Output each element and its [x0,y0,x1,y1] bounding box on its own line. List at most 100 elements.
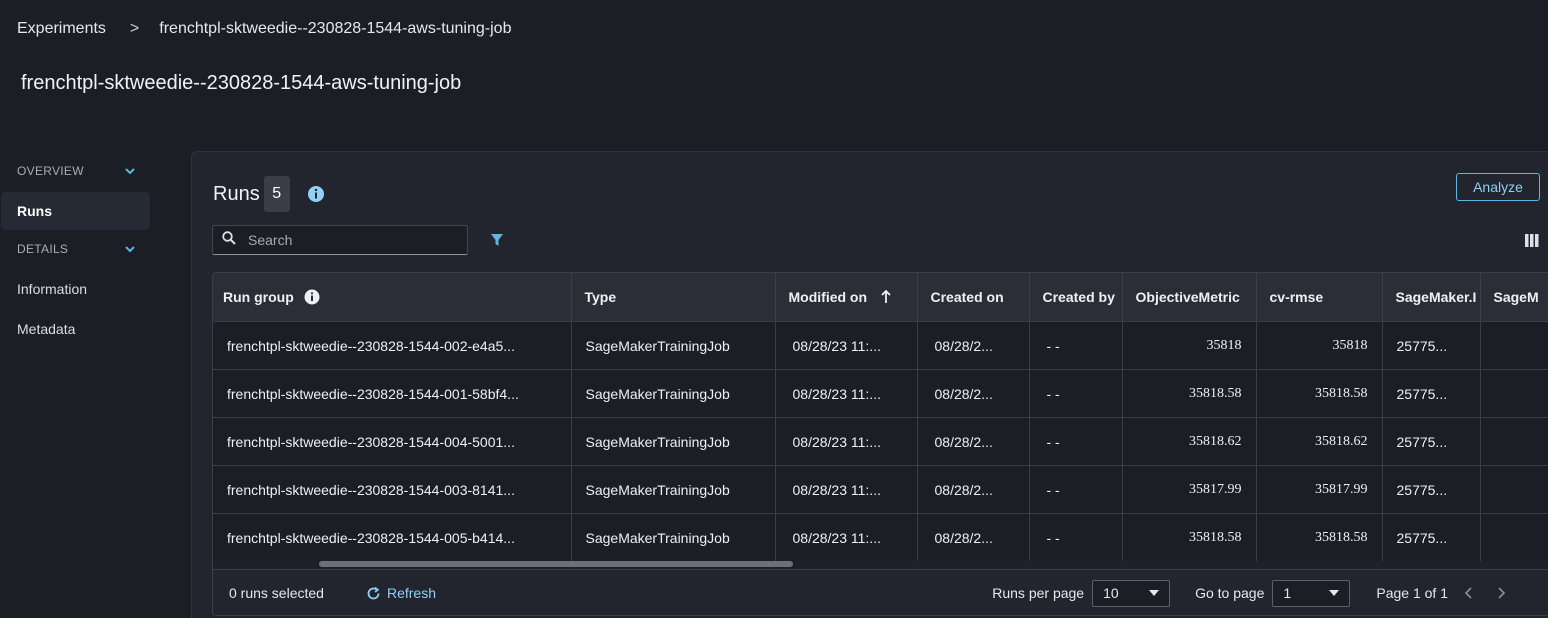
cell-created-by: - - [1029,417,1123,466]
cell-sagemaker-2 [1480,321,1548,370]
filter-icon[interactable] [490,233,504,252]
cell-objective-metric: 35818.58 [1122,369,1257,418]
runs-header: Runs 5 [213,176,325,212]
cell-created-on: 08/28/2... [917,513,1030,561]
runs-selected-count: 0 runs selected [229,585,324,601]
pagination-controls: Runs per page 10 Go to page 1 Page 1 of … [992,570,1548,615]
go-to-page-label: Go to page [1195,585,1265,601]
runs-per-page-label: Runs per page [992,585,1085,601]
previous-page-icon[interactable] [1462,586,1476,600]
chevron-down-icon [124,165,136,177]
page-info: Page 1 of 1 [1376,585,1448,601]
table-header-row: Run group Type Modified on Created on Cr… [213,273,1548,322]
cell-created-on: 08/28/2... [917,465,1030,514]
runs-per-page-value: 10 [1103,585,1119,601]
cell-type: SageMakerTrainingJob [571,369,776,418]
sidebar: OVERVIEW Runs DETAILS Information Metada… [0,152,152,348]
sidebar-item-runs[interactable]: Runs [1,192,150,230]
search-input[interactable] [246,231,450,249]
cell-run-group[interactable]: frenchtpl-sktweedie--230828-1544-001-58b… [213,369,572,418]
sidebar-item-metadata[interactable]: Metadata [0,310,152,348]
column-header-modified-on[interactable]: Modified on [775,273,918,322]
column-header-objective-metric[interactable]: ObjectiveMetric [1122,273,1257,322]
runs-title: Runs [213,182,260,205]
table-row[interactable]: frenchtpl-sktweedie--230828-1544-001-58b… [213,369,1548,418]
column-header-sagemaker-i[interactable]: SageMaker.I [1382,273,1481,322]
chevron-down-icon [124,243,136,255]
sidebar-section-overview-label: OVERVIEW [17,164,84,178]
cell-created-on: 08/28/2... [917,321,1030,370]
cell-sagemaker-i: 25775... [1382,513,1481,561]
cell-sagemaker-2 [1480,465,1548,514]
table-row[interactable]: frenchtpl-sktweedie--230828-1544-003-814… [213,465,1548,514]
table-row[interactable]: frenchtpl-sktweedie--230828-1544-002-e4a… [213,321,1548,370]
column-header-created-by[interactable]: Created by [1029,273,1123,322]
sidebar-section-details[interactable]: DETAILS [0,230,152,268]
cell-run-group[interactable]: frenchtpl-sktweedie--230828-1544-004-500… [213,417,572,466]
cell-type: SageMakerTrainingJob [571,465,776,514]
column-header-sagemaker-2[interactable]: SageM [1480,273,1548,322]
sidebar-section-overview[interactable]: OVERVIEW [0,152,152,190]
cell-objective-metric: 35818 [1122,321,1257,370]
go-to-page-select[interactable]: 1 [1272,579,1351,607]
breadcrumb-separator: > [129,20,140,37]
cell-sagemaker-i: 25775... [1382,321,1481,370]
sidebar-item-information[interactable]: Information [0,270,152,308]
cell-created-by: - - [1029,321,1123,370]
runs-table: Run group Type Modified on Created on Cr… [213,273,1548,561]
runs-panel: Runs 5 Analyze Run group [191,151,1548,618]
cell-objective-metric: 35817.99 [1122,465,1257,514]
refresh-label: Refresh [386,585,436,601]
cell-run-group[interactable]: frenchtpl-sktweedie--230828-1544-002-e4a… [213,321,572,370]
sidebar-section-details-label: DETAILS [17,242,69,256]
column-header-created-on[interactable]: Created on [917,273,1030,322]
cell-sagemaker-i: 25775... [1382,465,1481,514]
cell-cv-rmse: 35818.58 [1256,513,1383,561]
runs-per-page-select[interactable]: 10 [1092,579,1171,607]
cell-created-on: 08/28/2... [917,417,1030,466]
cell-cv-rmse: 35817.99 [1256,465,1383,514]
cell-sagemaker-2 [1480,369,1548,418]
table-row[interactable]: frenchtpl-sktweedie--230828-1544-005-b41… [213,513,1548,561]
breadcrumb-current: frenchtpl-sktweedie--230828-1544-aws-tun… [159,20,512,37]
info-icon[interactable] [307,185,325,203]
cell-created-on: 08/28/2... [917,369,1030,418]
column-header-cv-rmse[interactable]: cv-rmse [1256,273,1383,322]
breadcrumb: Experiments > frenchtpl-sktweedie--23082… [17,19,511,39]
cell-modified-on: 08/28/23 11:... [775,465,918,514]
search-box[interactable] [212,225,468,255]
go-to-page-value: 1 [1283,585,1292,601]
table-row[interactable]: frenchtpl-sktweedie--230828-1544-004-500… [213,417,1548,466]
analyze-button[interactable]: Analyze [1456,173,1540,201]
cell-sagemaker-i: 25775... [1382,417,1481,466]
cell-created-by: - - [1029,513,1123,561]
search-icon [222,230,236,250]
cell-sagemaker-i: 25775... [1382,369,1481,418]
refresh-button[interactable]: Refresh [366,585,436,601]
runs-count-badge: 5 [263,176,290,212]
cell-objective-metric: 35818.58 [1122,513,1257,561]
cell-run-group[interactable]: frenchtpl-sktweedie--230828-1544-005-b41… [213,513,572,561]
cell-sagemaker-2 [1480,417,1548,466]
sort-ascending-icon[interactable] [881,290,891,304]
cell-type: SageMakerTrainingJob [571,513,776,561]
column-header-run-group[interactable]: Run group [213,273,572,322]
cell-created-by: - - [1029,369,1123,418]
info-icon[interactable] [304,289,320,305]
cell-cv-rmse: 35818.58 [1256,369,1383,418]
next-page-icon[interactable] [1494,586,1508,600]
cell-sagemaker-2 [1480,513,1548,561]
runs-table-container: Run group Type Modified on Created on Cr… [212,272,1548,616]
column-settings-icon[interactable] [1525,234,1539,252]
cell-run-group[interactable]: frenchtpl-sktweedie--230828-1544-003-814… [213,465,572,514]
cell-cv-rmse: 35818.62 [1256,417,1383,466]
breadcrumb-experiments-link[interactable]: Experiments [17,20,106,38]
column-header-type[interactable]: Type [571,273,776,322]
cell-cv-rmse: 35818 [1256,321,1383,370]
horizontal-scrollbar[interactable] [319,561,793,567]
cell-modified-on: 08/28/23 11:... [775,369,918,418]
cell-type: SageMakerTrainingJob [571,417,776,466]
cell-modified-on: 08/28/23 11:... [775,417,918,466]
cell-created-by: - - [1029,465,1123,514]
refresh-icon [367,586,380,599]
